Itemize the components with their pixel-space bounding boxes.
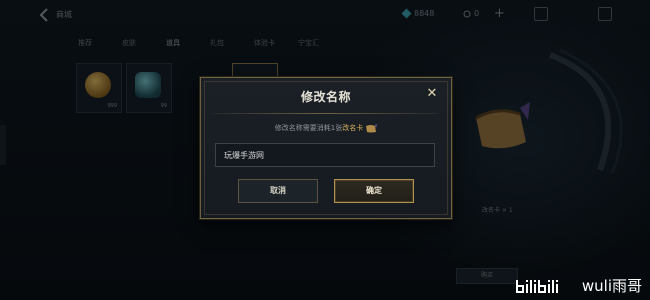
close-icon[interactable]: ✕ xyxy=(425,87,439,101)
rename-dialog: 修改名称 ✕ 修改名称需要消耗1张改名卡 取消 确定 xyxy=(200,77,452,219)
video-watermark: wuli雨哥 xyxy=(515,275,642,296)
cost-description: 修改名称需要消耗1张改名卡 xyxy=(201,123,451,133)
confirm-button[interactable]: 确定 xyxy=(334,179,414,203)
watermark-text: wuli雨哥 xyxy=(581,277,642,295)
name-input[interactable] xyxy=(215,143,435,167)
bilibili-logo xyxy=(515,279,558,293)
cost-item-name: 改名卡 xyxy=(342,124,364,132)
cancel-button[interactable]: 取消 xyxy=(238,179,318,203)
dialog-title: 修改名称 xyxy=(300,90,351,104)
rename-card-icon xyxy=(366,123,378,132)
cost-prefix: 修改名称需要消耗1张 xyxy=(274,124,343,132)
title-divider xyxy=(213,113,439,114)
